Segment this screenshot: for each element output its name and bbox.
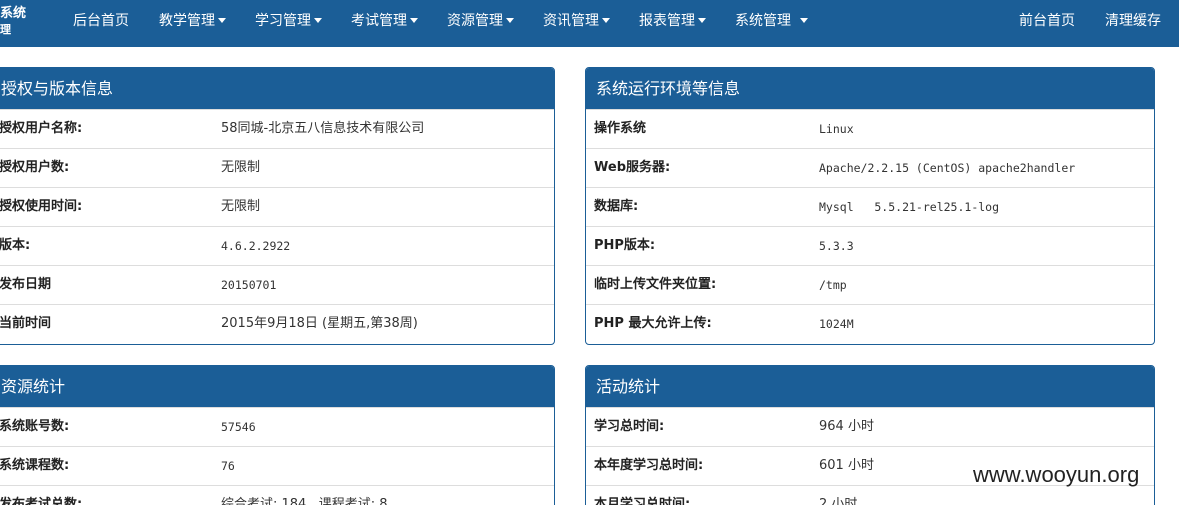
- panel-title: 授权与版本信息: [0, 68, 554, 109]
- caret-down-icon: [314, 18, 322, 23]
- row-value: 4.6.2.2922: [221, 239, 291, 253]
- nav-label: 报表管理: [639, 13, 695, 29]
- panel-title: 系统运行环境等信息: [586, 68, 1154, 109]
- row-label: 系统课程数:: [0, 458, 70, 473]
- caret-down-icon: [218, 18, 226, 23]
- table-row: 授权用户数: 无限制: [0, 148, 554, 187]
- nav-label: 考试管理: [351, 13, 407, 29]
- nav-backend-home[interactable]: 后台首页: [73, 0, 129, 47]
- nav-label: 后台首页: [73, 13, 129, 29]
- row-label: PHP 最大允许上传:: [594, 316, 712, 331]
- table-row: 数据库: Mysql 5.5.21-rel25.1-log: [586, 187, 1154, 226]
- row-value: 综合考试: 184 课程考试: 8: [221, 497, 388, 505]
- row-value: 5.3.3: [819, 239, 854, 253]
- row-label: 本月学习总时间:: [594, 497, 691, 505]
- table-row: 当前时间 2015年9月18日 (星期五,第38周): [0, 304, 554, 343]
- nav-clear-cache[interactable]: 清理缓存: [1105, 0, 1161, 47]
- caret-down-icon: [506, 18, 514, 23]
- caret-down-icon: [800, 18, 808, 23]
- row-label: 本年度学习总时间:: [594, 458, 704, 473]
- row-label: 发布日期: [0, 277, 52, 292]
- row-label: 系统账号数:: [0, 419, 70, 434]
- row-value: 无限制: [221, 199, 261, 214]
- row-value: Mysql 5.5.21-rel25.1-log: [819, 200, 1000, 214]
- environment-panel: 系统运行环境等信息 操作系统 Linux Web服务器: Apache/2.2.…: [585, 67, 1155, 345]
- nav-exam-menu[interactable]: 考试管理: [351, 0, 418, 47]
- table-row: 授权使用时间: 无限制: [0, 187, 554, 226]
- row-label: Web服务器:: [594, 160, 671, 175]
- row-value: 无限制: [221, 160, 261, 175]
- table-row: 系统账号数: 57546: [0, 407, 554, 446]
- table-row: 版本: 4.6.2.2922: [0, 226, 554, 265]
- table-row: 本月学习总时间: 2 小时: [586, 485, 1154, 505]
- nav-resource-menu[interactable]: 资源管理: [447, 0, 514, 47]
- row-value: Apache/2.2.15 (CentOS) apache2handler: [819, 161, 1076, 175]
- row-label: PHP版本:: [594, 238, 656, 253]
- panel-title: 活动统计: [586, 366, 1154, 407]
- caret-down-icon: [602, 18, 610, 23]
- row-label: 临时上传文件夹位置:: [594, 277, 717, 292]
- row-label: 授权用户数:: [0, 160, 70, 175]
- nav-label: 前台首页: [1019, 13, 1075, 29]
- table-row: 发布日期 20150701: [0, 265, 554, 304]
- nav-teaching-menu[interactable]: 教学管理: [159, 0, 226, 47]
- row-label: 授权使用时间:: [0, 199, 83, 214]
- table-row: 学习总时间: 964 小时: [586, 407, 1154, 446]
- row-label: 发布考试总数:: [0, 497, 83, 505]
- row-value: 601 小时: [819, 458, 874, 473]
- nav-label: 系统管理: [735, 13, 791, 29]
- row-label: 当前时间: [0, 316, 52, 331]
- row-label: 学习总时间:: [594, 419, 665, 434]
- row-value: 964 小时: [819, 419, 874, 434]
- table-row: 临时上传文件夹位置: /tmp: [586, 265, 1154, 304]
- nav-frontend-home[interactable]: 前台首页: [1019, 0, 1075, 47]
- brand-line-2: 理: [0, 23, 11, 36]
- row-value: 20150701: [221, 278, 277, 292]
- brand[interactable]: 系统 理: [0, 6, 50, 38]
- panel-title: 资源统计: [0, 366, 554, 407]
- watermark: www.wooyun.org: [973, 462, 1140, 487]
- nav-label: 资讯管理: [543, 13, 599, 29]
- caret-down-icon: [410, 18, 418, 23]
- top-navbar: 系统 理 后台首页 教学管理 学习管理 考试管理 资源管理 资讯管理 报表管理 …: [0, 0, 1179, 47]
- table-row: 授权用户名称: 58同城-北京五八信息技术有限公司: [0, 109, 554, 148]
- row-label: 数据库:: [594, 199, 639, 214]
- license-panel: 授权与版本信息 授权用户名称: 58同城-北京五八信息技术有限公司 授权用户数:…: [0, 67, 555, 345]
- table-row: Web服务器: Apache/2.2.15 (CentOS) apache2ha…: [586, 148, 1154, 187]
- nav-label: 清理缓存: [1105, 13, 1161, 29]
- table-row: PHP版本: 5.3.3: [586, 226, 1154, 265]
- caret-down-icon: [698, 18, 706, 23]
- row-label: 授权用户名称:: [0, 121, 83, 136]
- table-row: 操作系统 Linux: [586, 109, 1154, 148]
- row-value: 76: [221, 459, 235, 473]
- row-value: Linux: [819, 122, 854, 136]
- row-label: 版本:: [0, 238, 31, 253]
- resource-stats-panel: 资源统计 系统账号数: 57546 系统课程数: 76 发布考试总数: 综合考试…: [0, 365, 555, 505]
- nav-label: 资源管理: [447, 13, 503, 29]
- nav-system-menu[interactable]: 系统管理: [735, 0, 808, 47]
- row-value: /tmp: [819, 278, 847, 292]
- nav-label: 学习管理: [255, 13, 311, 29]
- table-row: 系统课程数: 76: [0, 446, 554, 485]
- nav-label: 教学管理: [159, 13, 215, 29]
- row-value: 2015年9月18日 (星期五,第38周): [221, 316, 418, 331]
- row-value: 2 小时: [819, 497, 858, 505]
- row-value: 57546: [221, 420, 256, 434]
- table-row: 发布考试总数: 综合考试: 184 课程考试: 8: [0, 485, 554, 505]
- nav-news-menu[interactable]: 资讯管理: [543, 0, 610, 47]
- table-row: PHP 最大允许上传: 1024M: [586, 304, 1154, 343]
- brand-line-1: 系统: [0, 6, 27, 21]
- row-value: 58同城-北京五八信息技术有限公司: [221, 121, 425, 136]
- nav-learning-menu[interactable]: 学习管理: [255, 0, 322, 47]
- row-value: 1024M: [819, 317, 854, 331]
- nav-report-menu[interactable]: 报表管理: [639, 0, 706, 47]
- row-label: 操作系统: [594, 121, 647, 136]
